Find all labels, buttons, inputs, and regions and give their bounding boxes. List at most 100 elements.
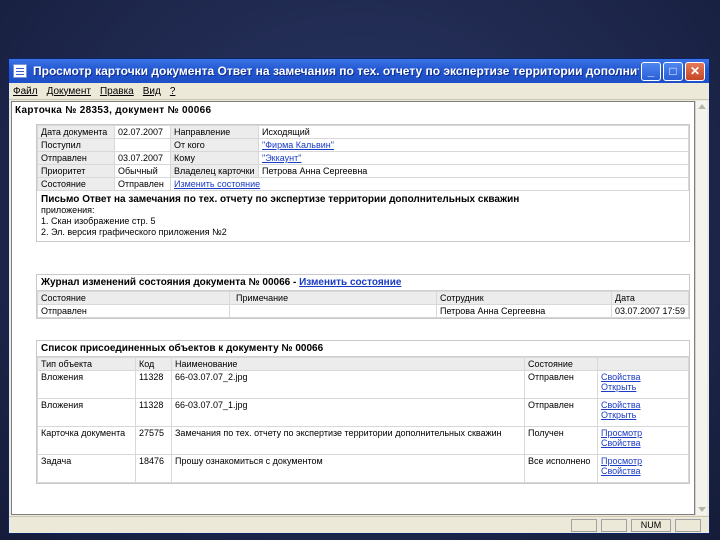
object-name: 66-03.07.07_2.jpg: [171, 370, 525, 399]
object-state: Все исполнено: [524, 454, 598, 483]
journal-state: Отправлен: [37, 304, 230, 318]
journal-section: Журнал изменений состояния документа № 0…: [36, 274, 690, 319]
column-header: Дата: [611, 291, 689, 305]
letter-line: 2. Эл. версия графического приложения №2: [41, 227, 227, 237]
scroll-down-icon[interactable]: [698, 507, 706, 512]
direction-label: Направление: [170, 125, 259, 139]
column-header: Состояние: [524, 357, 598, 371]
object-actions: Просмотр Свойства: [597, 426, 689, 455]
object-type: Задача: [37, 454, 136, 483]
close-button[interactable]: ✕: [685, 61, 705, 81]
object-actions: Просмотр Свойства: [597, 454, 689, 483]
column-header: Наименование: [171, 357, 525, 371]
column-header: Примечание: [229, 291, 437, 305]
document-icon: [13, 64, 27, 78]
attachments-header: Список присоединенных объектов к докумен…: [37, 341, 689, 357]
column-header: Состояние: [37, 291, 230, 305]
object-type: Вложения: [37, 370, 136, 399]
menu-view[interactable]: Вид: [143, 86, 161, 97]
priority-value: Обычный: [114, 164, 171, 178]
to-link[interactable]: "Эккаунт": [262, 153, 301, 163]
table-row: Карточка документа 27575 Замечания по те…: [37, 426, 689, 455]
attachments-table: Тип объекта Код Наименование Состояние В…: [37, 357, 689, 483]
object-code: 27575: [135, 426, 172, 455]
open-link[interactable]: Открыть: [601, 410, 685, 420]
date-label: Дата документа: [37, 125, 115, 139]
window-title: Просмотр карточки документа Ответ на зам…: [33, 64, 639, 78]
document-view: Карточка № 28353, документ № 00066 Дата …: [11, 101, 695, 515]
details-section: Дата документа 02.07.2007 Направление Ис…: [36, 124, 690, 242]
object-state: Отправлен: [524, 370, 598, 399]
change-state-link[interactable]: Изменить состояние: [174, 179, 260, 189]
view-link[interactable]: Просмотр: [601, 428, 685, 438]
status-cell: [571, 518, 597, 532]
column-header: Сотрудник: [436, 291, 612, 305]
status-cell: [601, 518, 627, 532]
minimize-button[interactable]: _: [641, 61, 661, 81]
menu-file[interactable]: Файл: [13, 86, 38, 97]
object-code: 11328: [135, 398, 172, 427]
maximize-button[interactable]: □: [663, 61, 683, 81]
title-bar[interactable]: Просмотр карточки документа Ответ на зам…: [9, 59, 709, 83]
change-state-cell: Изменить состояние: [170, 177, 689, 191]
document-card-window: Просмотр карточки документа Ответ на зам…: [8, 58, 710, 534]
table-row: Отправлен Петрова Анна Сергеевна 03.07.2…: [37, 304, 689, 318]
sent-value: 03.07.2007: [114, 151, 171, 165]
num-lock-indicator: NUM: [631, 518, 671, 532]
state-label: Состояние: [37, 177, 115, 191]
properties-link[interactable]: Свойства: [601, 466, 685, 476]
properties-link[interactable]: Свойства: [601, 438, 685, 448]
properties-link[interactable]: Свойства: [601, 400, 685, 410]
object-name: Прошу ознакомиться с документом: [171, 454, 525, 483]
to-value: "Эккаунт": [258, 151, 689, 165]
letter-line: 1. Скан изображение стр. 5: [41, 216, 156, 226]
status-bar: NUM: [9, 516, 709, 533]
letter-title: Письмо Ответ на замечания по тех. отчету…: [41, 194, 520, 205]
priority-label: Приоритет: [37, 164, 115, 178]
journal-change-state-link[interactable]: Изменить состояние: [299, 277, 401, 288]
owner-value: Петрова Анна Сергеевна: [258, 164, 689, 178]
table-row: Вложения 11328 66-03.07.07_1.jpg Отправл…: [37, 398, 689, 427]
sent-label: Отправлен: [37, 151, 115, 165]
menu-help[interactable]: ?: [170, 86, 176, 97]
table-row: Отправлен 03.07.2007 Кому "Эккаунт": [37, 151, 689, 165]
object-code: 18476: [135, 454, 172, 483]
table-row: Задача 18476 Прошу ознакомиться с докуме…: [37, 454, 689, 483]
from-link[interactable]: "Фирма Кальвин": [262, 140, 334, 150]
table-row: Состояние Отправлен Изменить состояние: [37, 177, 689, 191]
table-header-row: Тип объекта Код Наименование Состояние: [37, 357, 689, 371]
received-label: Поступил: [37, 138, 115, 152]
column-header: Тип объекта: [37, 357, 136, 371]
letter-block: Письмо Ответ на замечания по тех. отчету…: [37, 191, 689, 241]
from-label: От кого: [170, 138, 259, 152]
scroll-up-icon[interactable]: [698, 104, 706, 109]
card-header: Карточка № 28353, документ № 00066: [15, 105, 212, 116]
date-value: 02.07.2007: [114, 125, 171, 139]
table-row: Поступил От кого "Фирма Кальвин": [37, 138, 689, 152]
to-label: Кому: [170, 151, 259, 165]
table-row: Приоритет Обычный Владелец карточки Петр…: [37, 164, 689, 178]
vertical-scrollbar[interactable]: [695, 101, 707, 515]
journal-note: [229, 304, 437, 318]
open-link[interactable]: Открыть: [601, 382, 685, 392]
journal-header: Журнал изменений состояния документа № 0…: [37, 275, 689, 291]
properties-link[interactable]: Свойства: [601, 372, 685, 382]
menu-edit[interactable]: Правка: [100, 86, 134, 97]
menu-document[interactable]: Документ: [47, 86, 91, 97]
object-actions: Свойства Открыть: [597, 370, 689, 399]
table-row: Вложения 11328 66-03.07.07_2.jpg Отправл…: [37, 370, 689, 399]
column-header: Код: [135, 357, 172, 371]
object-actions: Свойства Открыть: [597, 398, 689, 427]
table-row: Дата документа 02.07.2007 Направление Ис…: [37, 125, 689, 139]
details-table: Дата документа 02.07.2007 Направление Ис…: [37, 125, 689, 191]
view-link[interactable]: Просмотр: [601, 456, 685, 466]
journal-date: 03.07.2007 17:59: [611, 304, 689, 318]
letter-line: приложения:: [41, 205, 95, 215]
object-state: Получен: [524, 426, 598, 455]
status-cell: [675, 518, 701, 532]
object-state: Отправлен: [524, 398, 598, 427]
journal-table: Состояние Примечание Сотрудник Дата Отпр…: [37, 291, 689, 318]
from-value: "Фирма Кальвин": [258, 138, 689, 152]
owner-label: Владелец карточки: [170, 164, 259, 178]
object-name: 66-03.07.07_1.jpg: [171, 398, 525, 427]
